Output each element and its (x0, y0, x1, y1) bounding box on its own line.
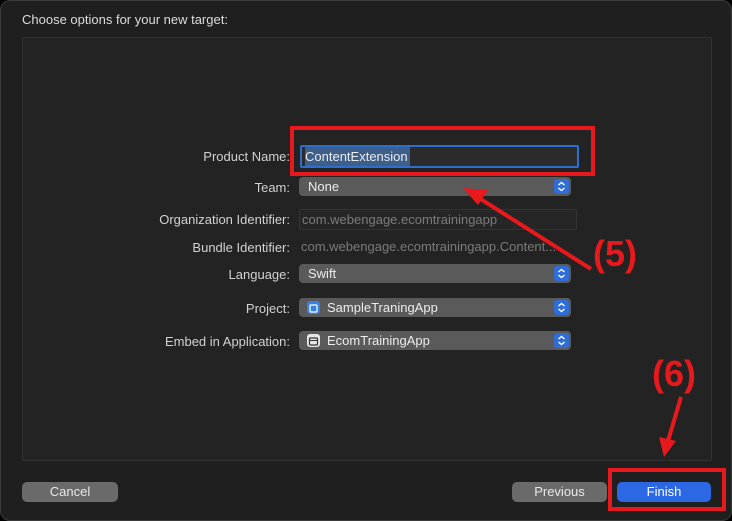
project-value: SampleTraningApp (327, 300, 438, 315)
annotation-label-step5: (5) (593, 233, 637, 274)
team-label: Team: (254, 180, 290, 195)
project-label: Project: (245, 301, 290, 316)
project-popup[interactable]: SampleTraningApp (299, 298, 571, 317)
org-id-field[interactable]: com.webengage.ecomtrainingapp (299, 209, 577, 230)
chevron-updown-icon (554, 266, 569, 281)
team-row: Team: None (1, 177, 731, 199)
embed-label: Embed in Application: (164, 334, 290, 349)
bundle-id-value: com.webengage.ecomtrainingapp.Content... (301, 239, 557, 254)
chevron-updown-icon (554, 300, 569, 315)
chevron-updown-icon (554, 179, 569, 194)
language-label: Language: (228, 267, 290, 282)
cancel-button[interactable]: Cancel (22, 482, 118, 502)
annotation-box-product-name (290, 126, 595, 176)
team-value: None (308, 179, 340, 194)
org-id-label: Organization Identifier: (159, 212, 290, 227)
annotation-label-step6: (6) (652, 353, 696, 394)
language-value: Swift (308, 266, 337, 281)
previous-button[interactable]: Previous (512, 482, 607, 502)
embed-row: Embed in Application: EcomTrainingApp (1, 331, 731, 353)
chevron-updown-icon (554, 333, 569, 348)
embed-value: EcomTrainingApp (327, 333, 430, 348)
language-popup[interactable]: Swift (299, 264, 571, 283)
bundle-id-label: Bundle Identifier: (192, 240, 290, 255)
xcode-project-icon (307, 301, 320, 314)
product-name-label: Product Name: (203, 149, 290, 164)
org-id-row: Organization Identifier: com.webengage.e… (1, 209, 731, 231)
annotation-box-finish (608, 468, 726, 511)
new-target-dialog: Choose options for your new target: Prod… (0, 0, 732, 521)
dialog-title: Choose options for your new target: (22, 12, 228, 27)
project-row: Project: SampleTraningApp (1, 298, 731, 320)
team-popup[interactable]: None (299, 177, 571, 196)
embed-popup[interactable]: EcomTrainingApp (299, 331, 571, 350)
app-target-icon (307, 334, 320, 347)
